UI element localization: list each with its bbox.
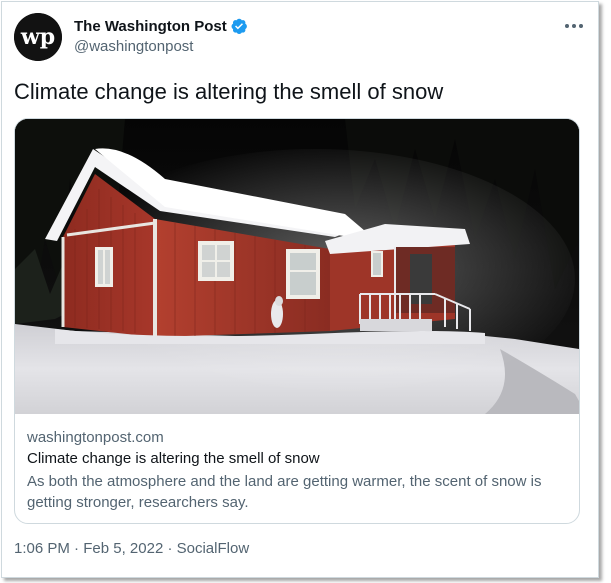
tweet-time[interactable]: 1:06 PM [14, 540, 70, 557]
card-title[interactable]: Climate change is altering the smell of … [27, 449, 567, 469]
tweet-meta: 1:06 PM · Feb 5, 2022 · SocialFlow [14, 540, 249, 557]
card-image[interactable] [15, 119, 579, 414]
tweet-text: Climate change is altering the smell of … [14, 79, 444, 104]
display-name[interactable]: The Washington Post [74, 18, 227, 35]
link-card[interactable]: washingtonpost.com Climate change is alt… [14, 118, 580, 524]
verified-badge-icon [230, 17, 248, 35]
avatar[interactable]: wp [14, 13, 62, 61]
more-button[interactable] [562, 16, 586, 36]
handle[interactable]: @washingtonpost [74, 38, 248, 55]
tweet-header: wp The Washington Post @washingtonpost [14, 12, 586, 64]
meta-separator: · [163, 540, 177, 557]
meta-separator: · [69, 540, 84, 557]
card-domain: washingtonpost.com [27, 429, 164, 446]
author-names: The Washington Post @washingtonpost [74, 15, 248, 55]
snowy-red-house-photo [15, 119, 579, 414]
more-icon [565, 24, 583, 28]
card-description: As both the atmosphere and the land are … [27, 473, 542, 511]
card-meta: washingtonpost.com Climate change is alt… [27, 428, 567, 513]
tweet-source[interactable]: SocialFlow [177, 540, 250, 557]
wp-logo-icon: wp [14, 13, 62, 61]
tweet[interactable]: wp The Washington Post @washingtonpost C… [1, 1, 599, 578]
svg-text:wp: wp [20, 24, 55, 50]
tweet-date[interactable]: Feb 5, 2022 [83, 540, 163, 557]
